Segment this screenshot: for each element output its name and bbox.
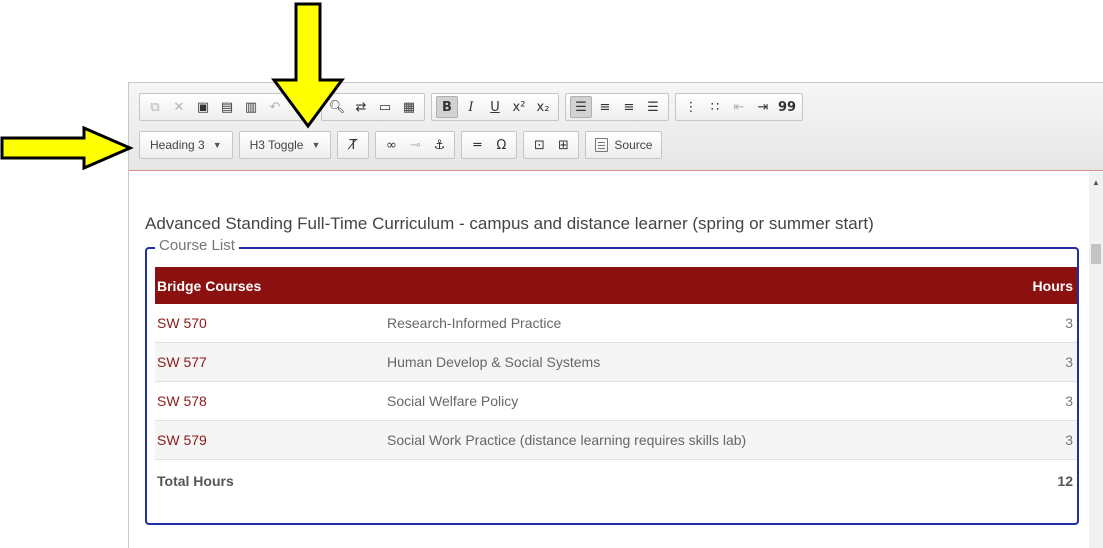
remove-format-group: T̸ — [337, 131, 370, 159]
unlink-icon[interactable]: ⊸ — [404, 134, 426, 156]
header-bridge-courses: Bridge Courses — [157, 277, 262, 294]
select-all-icon[interactable]: ▭ — [374, 96, 396, 118]
alignment-group: ☰ ≡ ≡ ☰ — [565, 93, 669, 121]
scroll-thumb[interactable] — [1091, 244, 1101, 264]
course-title: Social Work Practice (distance learning … — [387, 432, 747, 448]
table-header: Bridge Courses Hours — [155, 267, 1077, 304]
course-code-link[interactable]: SW 577 — [155, 354, 387, 370]
insert-group: ═ Ω — [461, 131, 518, 159]
blockquote-button[interactable]: 99 — [776, 96, 798, 118]
editor-content[interactable]: Advanced Standing Full-Time Curriculum -… — [129, 172, 1089, 548]
table-icon[interactable]: ⊞ — [552, 134, 574, 156]
course-hours: 3 — [1065, 393, 1073, 409]
chevron-down-icon: ▼ — [311, 140, 321, 150]
italic-button[interactable]: I — [460, 96, 482, 118]
subscript-button[interactable]: x₂ — [532, 96, 554, 118]
bold-button[interactable]: B — [436, 96, 458, 118]
align-justify-icon[interactable]: ☰ — [642, 96, 664, 118]
horizontal-rule-icon[interactable]: ═ — [466, 134, 488, 156]
underline-button[interactable]: U — [484, 96, 506, 118]
table-row: SW 579 Social Work Practice (distance le… — [155, 421, 1077, 460]
table-row: SW 570 Research-Informed Practice 3 — [155, 304, 1077, 343]
chevron-down-icon: ▼ — [212, 140, 222, 150]
remove-format-icon[interactable]: T̸ — [342, 134, 364, 156]
course-hours: 3 — [1065, 432, 1073, 448]
anchor-icon[interactable]: ⚓︎ — [428, 134, 450, 156]
format-combo-value: Heading 3 — [150, 138, 205, 152]
source-group: Source — [585, 131, 663, 159]
copy-icon[interactable]: ⧉ — [144, 96, 166, 118]
outdent-icon[interactable]: ⇤ — [728, 96, 750, 118]
course-code-link[interactable]: SW 578 — [155, 393, 387, 409]
total-hours-value: 12 — [1057, 472, 1073, 489]
course-table: Bridge Courses Hours SW 570 Research-Inf… — [155, 267, 1077, 501]
paste-icon[interactable]: ▣ — [192, 96, 214, 118]
h3-toggle-combo[interactable]: H3 Toggle ▼ — [238, 131, 332, 159]
course-title: Social Welfare Policy — [387, 393, 519, 409]
total-hours-label: Total Hours — [157, 472, 234, 489]
paste-word-icon[interactable]: ▥ — [240, 96, 262, 118]
rich-text-editor: ⧉ ✕ ▣ ▤ ▥ ↶ ↷ 🔍︎ ⇄ ▭ ▦ B I U x² x₂ — [128, 82, 1103, 548]
scroll-up-arrow-icon[interactable]: ▲ — [1092, 178, 1100, 187]
toolbar-row-1: ⧉ ✕ ▣ ▤ ▥ ↶ ↷ 🔍︎ ⇄ ▭ ▦ B I U x² x₂ — [139, 93, 803, 121]
source-icon — [595, 138, 609, 152]
course-hours: 3 — [1065, 354, 1073, 370]
table-row: SW 578 Social Welfare Policy 3 — [155, 382, 1077, 421]
h3-toggle-combo-value: H3 Toggle — [249, 138, 304, 152]
links-group: ∞ ⊸ ⚓︎ — [375, 131, 456, 159]
special-char-button[interactable]: Ω — [490, 134, 512, 156]
spellcheck-icon[interactable]: ▦ — [398, 96, 420, 118]
course-code-link[interactable]: SW 570 — [155, 315, 387, 331]
course-code-link[interactable]: SW 579 — [155, 432, 387, 448]
indent-icon[interactable]: ⇥ — [752, 96, 774, 118]
course-hours: 3 — [1065, 315, 1073, 331]
link-icon[interactable]: ∞ — [380, 134, 402, 156]
align-center-icon[interactable]: ≡ — [594, 96, 616, 118]
course-list-legend: Course List — [155, 237, 239, 254]
list-group: ⋮ ∷ ⇤ ⇥ 99 — [675, 93, 803, 121]
align-left-icon[interactable]: ☰ — [570, 96, 592, 118]
replace-icon[interactable]: ⇄ — [350, 96, 372, 118]
right-arrow-annotation-icon — [0, 126, 134, 170]
paste-text-icon[interactable]: ▤ — [216, 96, 238, 118]
course-list-fieldset: Course List Bridge Courses Hours SW 570 … — [145, 237, 1079, 525]
superscript-button[interactable]: x² — [508, 96, 530, 118]
table-row: SW 577 Human Develop & Social Systems 3 — [155, 343, 1077, 382]
down-arrow-annotation-icon — [271, 2, 345, 129]
basic-styles-group: B I U x² x₂ — [431, 93, 559, 121]
iframe-icon[interactable]: ⊡ — [528, 134, 550, 156]
course-title: Research-Informed Practice — [387, 315, 562, 331]
toolbar-row-2: Heading 3 ▼ H3 Toggle ▼ T̸ ∞ ⊸ ⚓︎ ═ Ω ⊡ … — [139, 131, 663, 159]
cut-icon[interactable]: ✕ — [168, 96, 190, 118]
course-title: Human Develop & Social Systems — [387, 354, 601, 370]
source-label: Source — [614, 138, 653, 152]
page-heading: Advanced Standing Full-Time Curriculum -… — [145, 214, 874, 233]
header-hours: Hours — [1032, 277, 1073, 294]
numbered-list-icon[interactable]: ⋮ — [680, 96, 702, 118]
format-combo[interactable]: Heading 3 ▼ — [139, 131, 233, 159]
content-scrollbar[interactable]: ▲ — [1089, 172, 1103, 548]
total-row: Total Hours 12 — [155, 460, 1077, 501]
align-right-icon[interactable]: ≡ — [618, 96, 640, 118]
block-group: ⊡ ⊞ — [523, 131, 580, 159]
bulleted-list-icon[interactable]: ∷ — [704, 96, 726, 118]
source-button[interactable]: Source — [589, 138, 658, 152]
